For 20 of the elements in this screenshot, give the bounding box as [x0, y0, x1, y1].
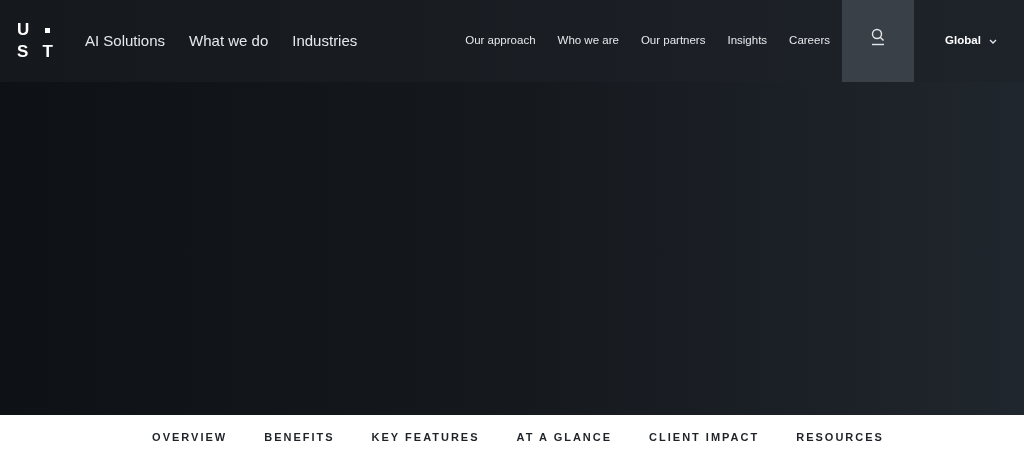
chevron-down-icon — [988, 38, 997, 44]
section-tab[interactable]: OVERVIEW — [152, 431, 228, 443]
search-button[interactable] — [842, 0, 914, 82]
nav-link[interactable]: AI Solutions — [85, 29, 166, 53]
nav-link[interactable]: Insights — [727, 32, 768, 50]
nav-link[interactable]: What we do — [189, 29, 269, 53]
section-tab[interactable]: BENEFITS — [264, 431, 335, 443]
logo[interactable]: U S T — [17, 21, 53, 61]
section-tab[interactable]: RESOURCES — [796, 431, 884, 443]
nav-link[interactable]: Industries — [292, 29, 358, 53]
section-tab[interactable]: AT A GLANCE — [516, 431, 613, 443]
section-tab[interactable]: CLIENT IMPACT — [649, 431, 760, 443]
square-icon — [45, 27, 50, 33]
nav-link[interactable]: Careers — [789, 32, 830, 50]
nav-link[interactable]: Our partners — [640, 32, 706, 50]
region-selector[interactable]: Global — [914, 0, 1024, 82]
nav-link[interactable]: Our approach — [465, 32, 536, 50]
section-tab[interactable]: KEY FEATURES — [371, 431, 480, 443]
search-icon — [870, 28, 886, 46]
nav-link[interactable]: Who we are — [557, 32, 619, 50]
